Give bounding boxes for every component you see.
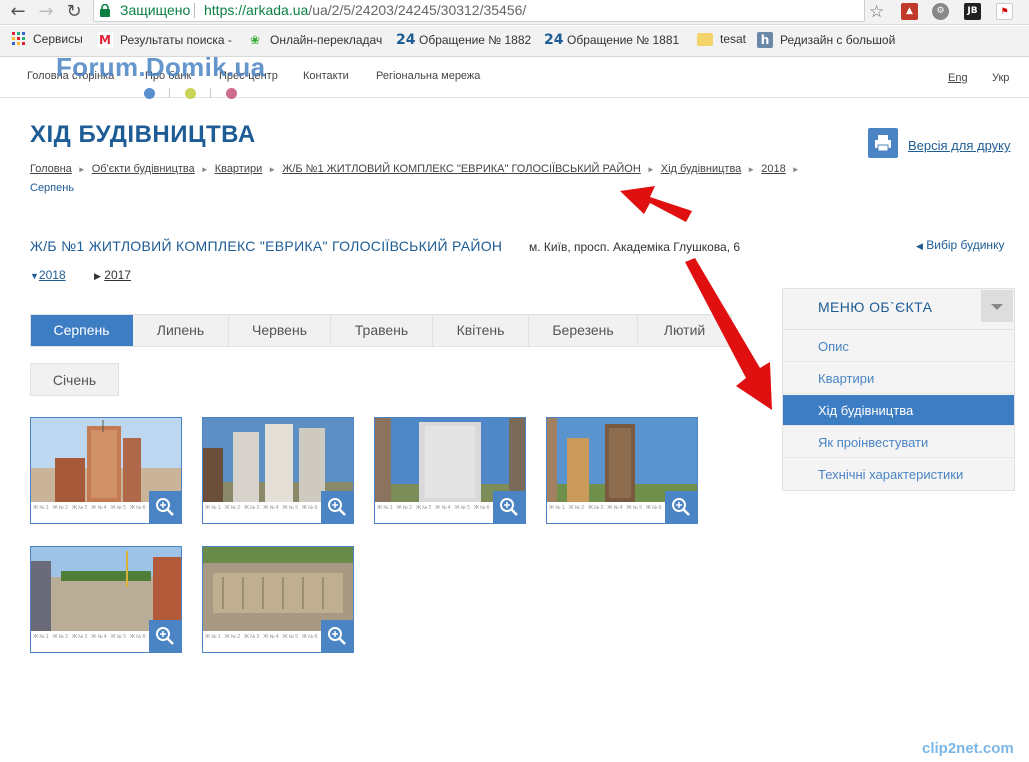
red-arrow-down [685,258,772,410]
clip2net-logo: clip2net.com [922,740,1014,757]
annotation-arrows [620,186,772,410]
red-arrow-left [620,186,692,222]
